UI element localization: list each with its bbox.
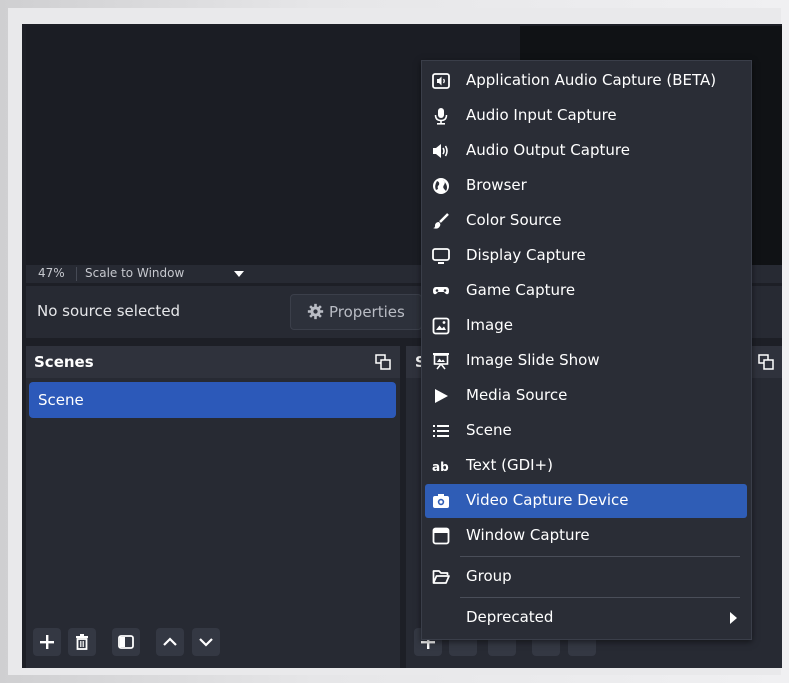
chevron-up-icon — [163, 637, 177, 646]
trash-icon — [76, 634, 88, 650]
menu-item-label: Application Audio Capture (BETA) — [466, 71, 717, 89]
menu-separator — [460, 556, 740, 557]
menu-item-group[interactable]: Group — [425, 560, 747, 594]
menu-item-browser[interactable]: Browser — [425, 169, 747, 203]
plus-icon — [40, 635, 54, 649]
menu-item-color-source[interactable]: Color Source — [425, 204, 747, 238]
menu-item-image[interactable]: Image — [425, 309, 747, 343]
menu-item-window-capture[interactable]: Window Capture — [425, 519, 747, 553]
menu-item-video-capture-device[interactable]: Video Capture Device — [425, 484, 747, 518]
svg-text:ab: ab — [432, 460, 449, 474]
list-icon — [433, 425, 449, 437]
microphone-icon — [434, 108, 448, 125]
scale-mode-dropdown[interactable]: Scale to Window — [85, 266, 184, 280]
play-icon — [435, 389, 448, 403]
menu-item-label: Color Source — [466, 211, 562, 229]
menu-item-label: Audio Input Capture — [466, 106, 617, 124]
menu-item-label: Group — [466, 567, 512, 585]
menu-item-display-capture[interactable]: Display Capture — [425, 239, 747, 273]
scale-divider — [76, 267, 77, 281]
add-source-context-menu: Application Audio Capture (BETA) Audio I… — [421, 60, 752, 640]
text-ab-icon: ab — [432, 460, 449, 474]
menu-item-label: Display Capture — [466, 246, 586, 264]
menu-item-audio-output-capture[interactable]: Audio Output Capture — [425, 134, 747, 168]
add-scene-button[interactable] — [33, 628, 61, 656]
chevron-right-icon — [730, 612, 737, 624]
gamepad-icon — [433, 287, 449, 295]
zoom-level: 47% — [38, 266, 65, 280]
float-dock-icon[interactable] — [375, 354, 391, 370]
properties-button[interactable]: Properties — [290, 294, 422, 330]
float-dock-icon[interactable] — [758, 354, 774, 370]
speaker-icon — [433, 144, 448, 158]
no-source-label: No source selected — [37, 302, 181, 320]
globe-icon — [433, 178, 449, 194]
scenes-dock: Scenes Scene — [26, 346, 400, 668]
menu-item-game-capture[interactable]: Game Capture — [425, 274, 747, 308]
menu-item-label: Game Capture — [466, 281, 576, 299]
application-audio-icon — [432, 73, 450, 89]
menu-item-label: Video Capture Device — [466, 491, 629, 509]
remove-scene-button[interactable] — [68, 628, 96, 656]
scene-filters-button[interactable] — [112, 628, 140, 656]
menu-item-audio-input-capture[interactable]: Audio Input Capture — [425, 99, 747, 133]
camera-icon — [433, 494, 449, 508]
menu-item-media-source[interactable]: Media Source — [425, 379, 747, 413]
menu-item-label: Media Source — [466, 386, 568, 404]
menu-item-label: Browser — [466, 176, 527, 194]
scenes-title: Scenes — [34, 353, 94, 371]
gear-icon — [307, 303, 324, 320]
paintbrush-icon — [433, 213, 449, 229]
menu-item-label: Text (GDI+) — [466, 456, 553, 474]
caret-down-icon[interactable] — [234, 271, 244, 277]
menu-item-label: Deprecated — [466, 608, 554, 626]
menu-item-image-slide-show[interactable]: Image Slide Show — [425, 344, 747, 378]
properties-label: Properties — [329, 303, 405, 321]
filter-icon — [118, 635, 134, 649]
menu-item-application-audio-capture[interactable]: Application Audio Capture (BETA) — [425, 64, 747, 98]
menu-separator — [460, 597, 740, 598]
menu-item-label: Audio Output Capture — [466, 141, 630, 159]
window-icon — [432, 527, 450, 545]
menu-item-label: Window Capture — [466, 526, 590, 544]
move-scene-up-button[interactable] — [156, 628, 184, 656]
move-scene-down-button[interactable] — [192, 628, 220, 656]
image-icon — [432, 317, 450, 335]
slideshow-icon — [433, 353, 449, 370]
menu-item-scene[interactable]: Scene — [425, 414, 747, 448]
folder-icon — [432, 570, 450, 584]
menu-item-label: Scene — [466, 421, 512, 439]
monitor-icon — [432, 248, 450, 264]
menu-item-text-gdi[interactable]: ab Text (GDI+) — [425, 449, 747, 483]
chevron-down-icon — [199, 638, 213, 647]
menu-item-label: Image — [466, 316, 513, 334]
scenes-dock-title: Scenes — [26, 346, 400, 378]
scene-item-label: Scene — [38, 391, 84, 409]
scene-list-item[interactable]: Scene — [29, 382, 396, 418]
menu-item-deprecated[interactable]: Deprecated — [425, 601, 747, 635]
menu-item-label: Image Slide Show — [466, 351, 600, 369]
